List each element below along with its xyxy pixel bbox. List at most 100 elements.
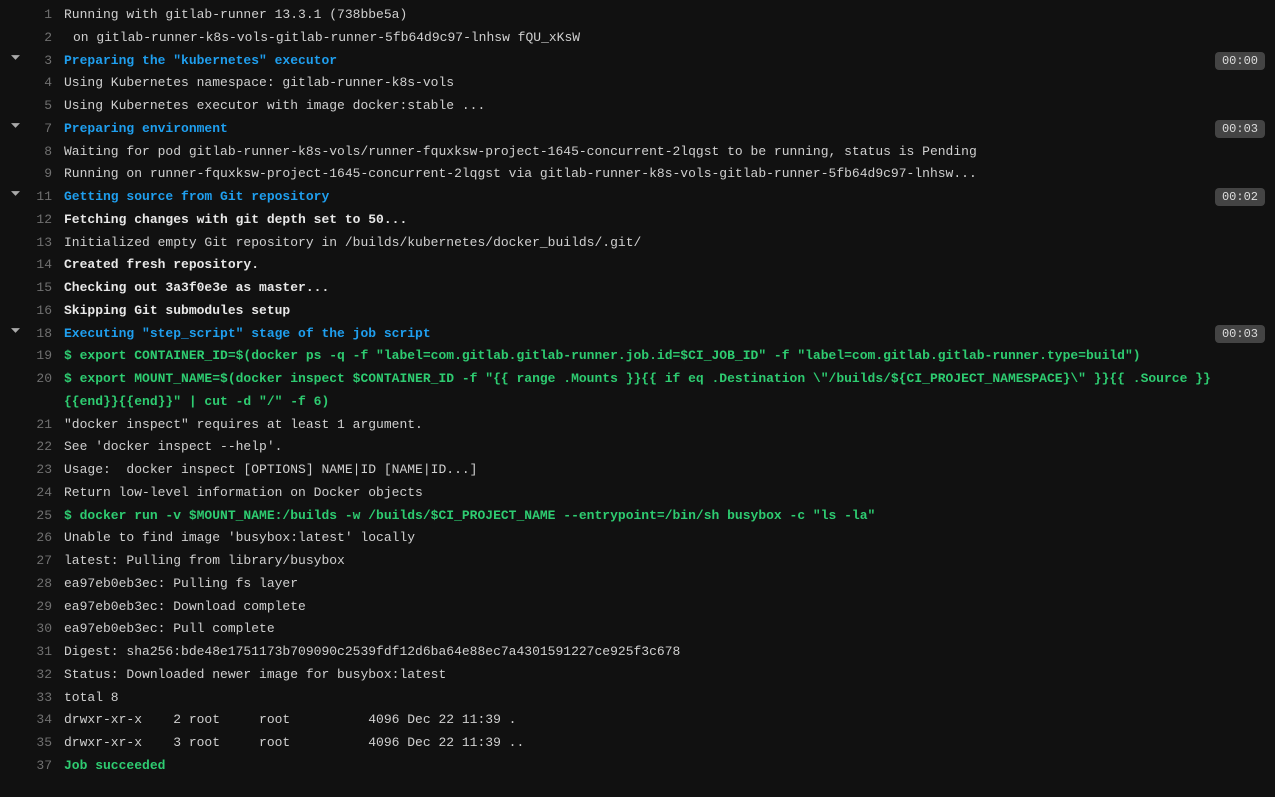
- line-number[interactable]: 35: [30, 732, 64, 755]
- line-number[interactable]: 37: [30, 755, 64, 778]
- chevron-down-icon[interactable]: [10, 188, 21, 199]
- line-number[interactable]: 32: [30, 664, 64, 687]
- line-number[interactable]: 5: [30, 95, 64, 118]
- log-line: 24Return low-level information on Docker…: [0, 482, 1275, 505]
- line-number[interactable]: 16: [30, 300, 64, 323]
- line-number[interactable]: 20: [30, 368, 64, 391]
- line-number[interactable]: 25: [30, 505, 64, 528]
- log-line: 4Using Kubernetes namespace: gitlab-runn…: [0, 72, 1275, 95]
- line-number[interactable]: 34: [30, 709, 64, 732]
- log-text: drwxr-xr-x 3 root root 4096 Dec 22 11:39…: [64, 732, 1265, 755]
- log-text: Return low-level information on Docker o…: [64, 482, 1265, 505]
- log-line: 34drwxr-xr-x 2 root root 4096 Dec 22 11:…: [0, 709, 1275, 732]
- log-line: 25$ docker run -v $MOUNT_NAME:/builds -w…: [0, 505, 1275, 528]
- log-line: 33total 8: [0, 687, 1275, 710]
- log-line: 2on gitlab-runner-k8s-vols-gitlab-runner…: [0, 27, 1275, 50]
- line-number[interactable]: 31: [30, 641, 64, 664]
- log-text: ea97eb0eb3ec: Pull complete: [64, 618, 1265, 641]
- log-text: Status: Downloaded newer image for busyb…: [64, 664, 1265, 687]
- line-number[interactable]: 9: [30, 163, 64, 186]
- log-text: Created fresh repository.: [64, 254, 1265, 277]
- log-line: 11Getting source from Git repository00:0…: [0, 186, 1275, 209]
- log-line: 14Created fresh repository.: [0, 254, 1275, 277]
- log-line: 5Using Kubernetes executor with image do…: [0, 95, 1275, 118]
- section-header: Getting source from Git repository: [64, 186, 1215, 209]
- log-line: 20$ export MOUNT_NAME=$(docker inspect $…: [0, 368, 1275, 414]
- line-number[interactable]: 24: [30, 482, 64, 505]
- line-number[interactable]: 23: [30, 459, 64, 482]
- line-number[interactable]: 26: [30, 527, 64, 550]
- log-line: 9Running on runner-fquxksw-project-1645-…: [0, 163, 1275, 186]
- line-number[interactable]: 13: [30, 232, 64, 255]
- line-number[interactable]: 4: [30, 72, 64, 95]
- log-line: 16Skipping Git submodules setup: [0, 300, 1275, 323]
- log-text: $ docker run -v $MOUNT_NAME:/builds -w /…: [64, 505, 1265, 528]
- log-text: See 'docker inspect --help'.: [64, 436, 1265, 459]
- log-text: $ export MOUNT_NAME=$(docker inspect $CO…: [64, 368, 1265, 414]
- line-number[interactable]: 15: [30, 277, 64, 300]
- log-text: Job succeeded: [64, 755, 1265, 778]
- log-line: 18Executing "step_script" stage of the j…: [0, 323, 1275, 346]
- line-number[interactable]: 29: [30, 596, 64, 619]
- log-text: "docker inspect" requires at least 1 arg…: [64, 414, 1265, 437]
- line-number[interactable]: 14: [30, 254, 64, 277]
- log-text: Skipping Git submodules setup: [64, 300, 1265, 323]
- log-text: $ export CONTAINER_ID=$(docker ps -q -f …: [64, 345, 1265, 368]
- section-duration: 00:03: [1215, 120, 1265, 138]
- log-line: 21"docker inspect" requires at least 1 a…: [0, 414, 1275, 437]
- line-number[interactable]: 11: [30, 186, 64, 209]
- log-line: 3Preparing the "kubernetes" executor00:0…: [0, 50, 1275, 73]
- log-line: 26Unable to find image 'busybox:latest' …: [0, 527, 1275, 550]
- chevron-down-icon[interactable]: [10, 52, 21, 63]
- log-line: 23Usage: docker inspect [OPTIONS] NAME|I…: [0, 459, 1275, 482]
- line-number[interactable]: 22: [30, 436, 64, 459]
- line-number[interactable]: 18: [30, 323, 64, 346]
- log-line: 30ea97eb0eb3ec: Pull complete: [0, 618, 1275, 641]
- log-text: latest: Pulling from library/busybox: [64, 550, 1265, 573]
- section-duration: 00:02: [1215, 188, 1265, 206]
- log-line: 19$ export CONTAINER_ID=$(docker ps -q -…: [0, 345, 1275, 368]
- log-line: 13Initialized empty Git repository in /b…: [0, 232, 1275, 255]
- log-text: Using Kubernetes namespace: gitlab-runne…: [64, 72, 1265, 95]
- line-number[interactable]: 8: [30, 141, 64, 164]
- line-number[interactable]: 27: [30, 550, 64, 573]
- line-number[interactable]: 30: [30, 618, 64, 641]
- log-line: 22See 'docker inspect --help'.: [0, 436, 1275, 459]
- log-text: Usage: docker inspect [OPTIONS] NAME|ID …: [64, 459, 1265, 482]
- line-number[interactable]: 21: [30, 414, 64, 437]
- section-duration: 00:00: [1215, 52, 1265, 70]
- section-header: Preparing the "kubernetes" executor: [64, 50, 1215, 73]
- log-line: 31Digest: sha256:bde48e1751173b709090c25…: [0, 641, 1275, 664]
- log-line: 12Fetching changes with git depth set to…: [0, 209, 1275, 232]
- log-line: 15Checking out 3a3f0e3e as master...: [0, 277, 1275, 300]
- log-line: 7Preparing environment00:03: [0, 118, 1275, 141]
- log-line: 1Running with gitlab-runner 13.3.1 (738b…: [0, 4, 1275, 27]
- log-line: 35drwxr-xr-x 3 root root 4096 Dec 22 11:…: [0, 732, 1275, 755]
- log-text: Running on runner-fquxksw-project-1645-c…: [64, 163, 1265, 186]
- line-number[interactable]: 19: [30, 345, 64, 368]
- log-line: 28ea97eb0eb3ec: Pulling fs layer: [0, 573, 1275, 596]
- line-number[interactable]: 28: [30, 573, 64, 596]
- line-number[interactable]: 1: [30, 4, 64, 27]
- log-text: Unable to find image 'busybox:latest' lo…: [64, 527, 1265, 550]
- log-line: 29ea97eb0eb3ec: Download complete: [0, 596, 1275, 619]
- log-text: Initialized empty Git repository in /bui…: [64, 232, 1265, 255]
- log-text: Using Kubernetes executor with image doc…: [64, 95, 1265, 118]
- section-duration: 00:03: [1215, 325, 1265, 343]
- line-number[interactable]: 12: [30, 209, 64, 232]
- log-text: Fetching changes with git depth set to 5…: [64, 209, 1265, 232]
- log-text: on gitlab-runner-k8s-vols-gitlab-runner-…: [64, 27, 1265, 50]
- chevron-down-icon[interactable]: [10, 325, 21, 336]
- log-line: 27latest: Pulling from library/busybox: [0, 550, 1275, 573]
- line-number[interactable]: 2: [30, 27, 64, 50]
- log-line: 32Status: Downloaded newer image for bus…: [0, 664, 1275, 687]
- log-text: ea97eb0eb3ec: Download complete: [64, 596, 1265, 619]
- log-text: Waiting for pod gitlab-runner-k8s-vols/r…: [64, 141, 1265, 164]
- line-number[interactable]: 33: [30, 687, 64, 710]
- chevron-down-icon[interactable]: [10, 120, 21, 131]
- section-header: Preparing environment: [64, 118, 1215, 141]
- log-text: Digest: sha256:bde48e1751173b709090c2539…: [64, 641, 1265, 664]
- line-number[interactable]: 7: [30, 118, 64, 141]
- line-number[interactable]: 3: [30, 50, 64, 73]
- log-text: ea97eb0eb3ec: Pulling fs layer: [64, 573, 1265, 596]
